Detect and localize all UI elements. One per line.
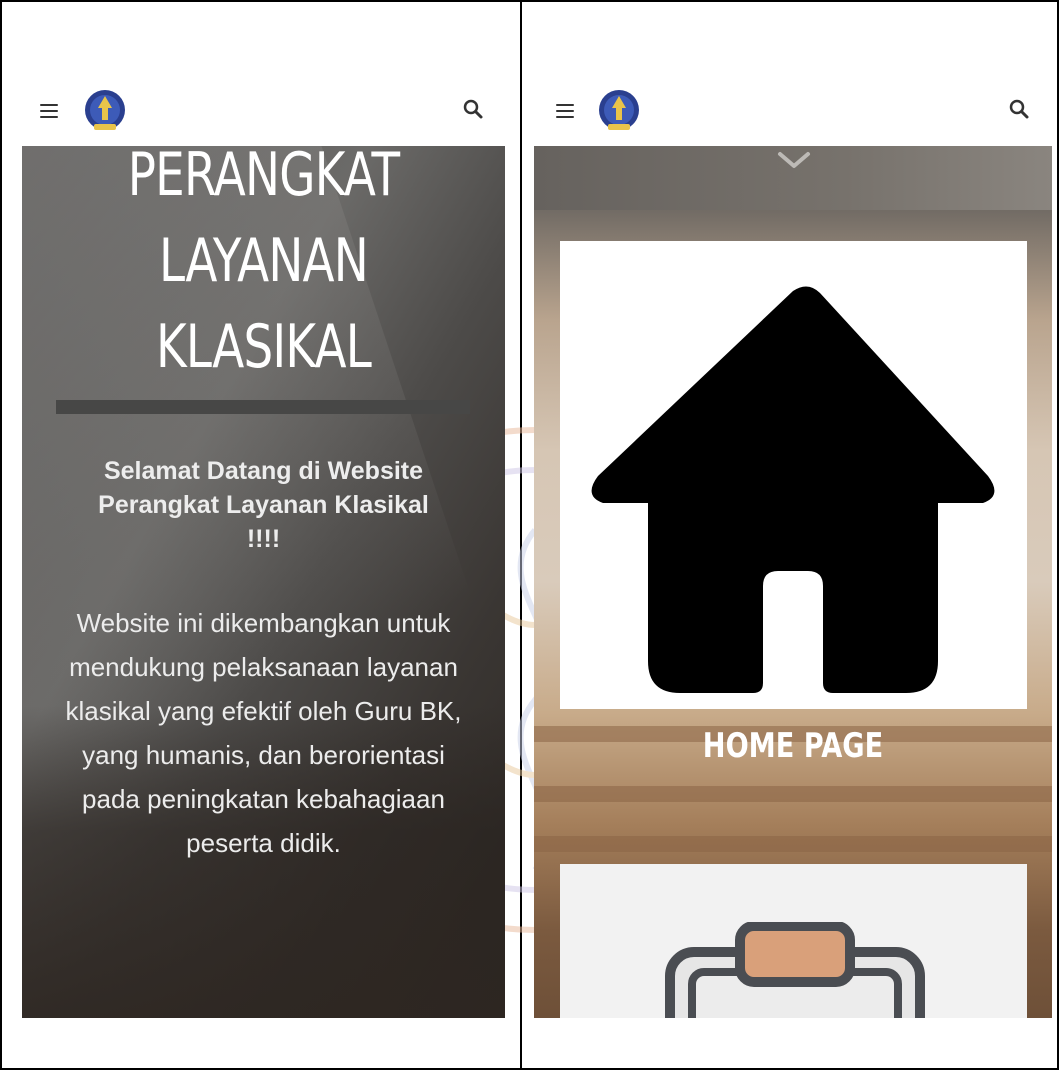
hero-description: Website ini dikembangkan untuk mendukung… bbox=[65, 608, 462, 858]
hero-subtitle: Selamat Datang di Website Perangkat Laya… bbox=[98, 457, 429, 553]
chevron-down-icon[interactable] bbox=[776, 150, 812, 172]
home-page-card[interactable] bbox=[560, 241, 1027, 709]
right-screenshot: HOME PAGE bbox=[534, 78, 1052, 1018]
hamburger-menu-icon[interactable] bbox=[40, 104, 58, 118]
hero-title-line-1: PERANGKAT bbox=[127, 140, 400, 210]
frame-left-border bbox=[0, 0, 2, 1070]
university-logo[interactable] bbox=[598, 86, 640, 136]
hero-title-line-2: LAYANAN bbox=[158, 226, 369, 296]
frame-top-border bbox=[0, 0, 1059, 2]
content-section: HOME PAGE bbox=[534, 146, 1052, 1018]
home-page-label[interactable]: HOME PAGE bbox=[586, 726, 1000, 766]
university-logo[interactable] bbox=[84, 86, 126, 136]
background-desk-row bbox=[534, 836, 1052, 852]
hamburger-menu-icon[interactable] bbox=[556, 104, 574, 118]
hero-divider bbox=[56, 400, 470, 414]
house-icon bbox=[591, 286, 995, 693]
top-navigation-bar bbox=[22, 78, 505, 146]
top-navigation-bar bbox=[534, 78, 1052, 146]
search-icon[interactable] bbox=[1008, 98, 1030, 120]
hero-title-line-3: KLASIKAL bbox=[155, 312, 372, 382]
background-desk-row bbox=[534, 786, 1052, 802]
hero-section: PERANGKAT LAYANAN KLASIKAL Selamat Datan… bbox=[22, 140, 505, 1018]
next-menu-card[interactable] bbox=[560, 864, 1027, 1018]
clipboard-icon bbox=[665, 922, 925, 1018]
left-screenshot: PERANGKAT LAYANAN KLASIKAL Selamat Datan… bbox=[22, 78, 505, 1018]
search-icon[interactable] bbox=[462, 98, 484, 120]
